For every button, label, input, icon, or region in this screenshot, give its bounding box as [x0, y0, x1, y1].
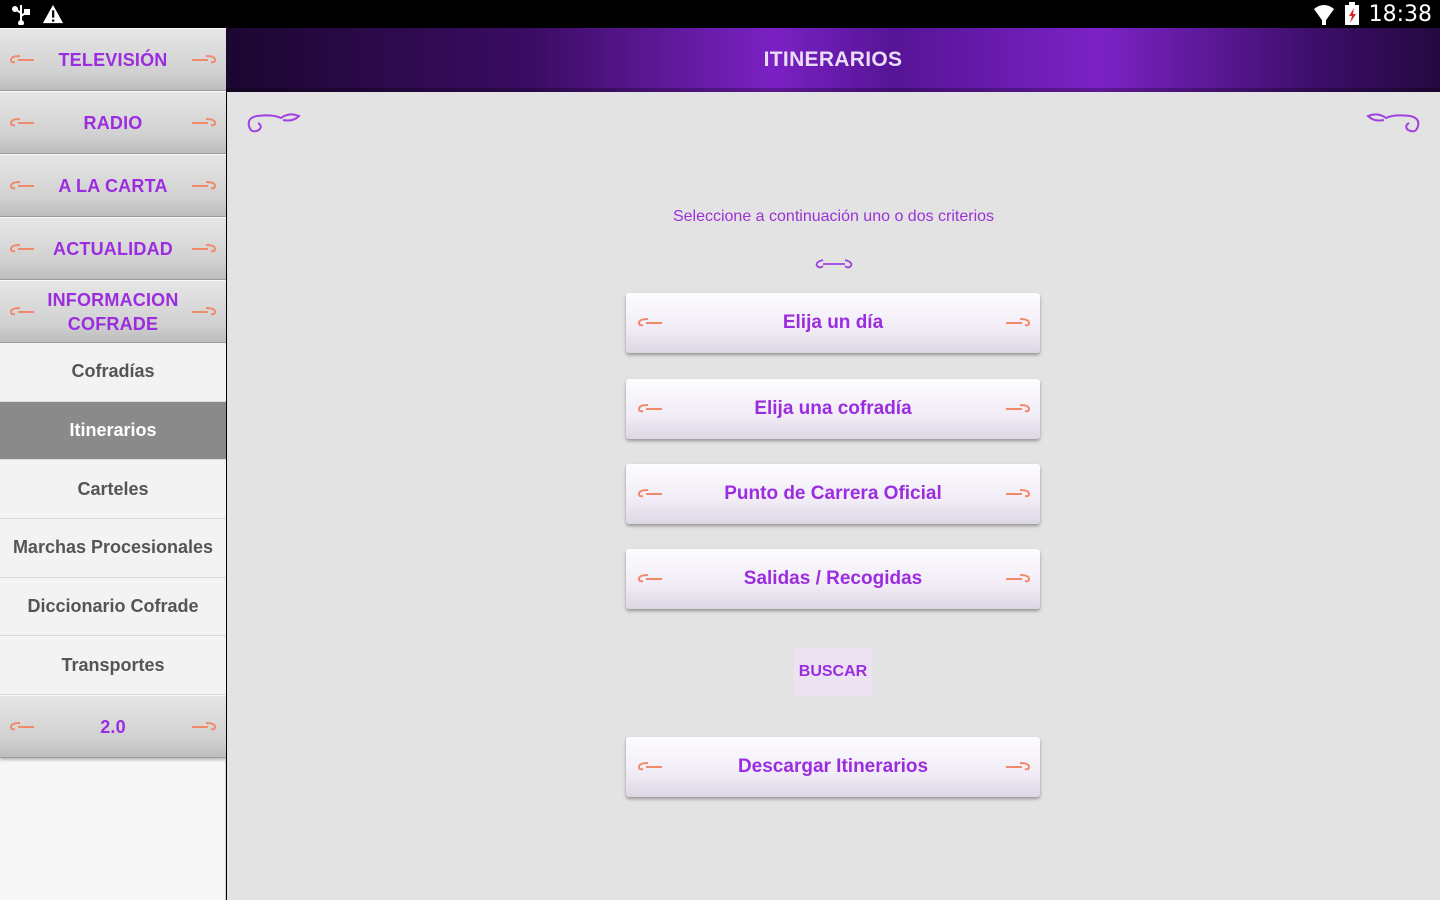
- sidebar-item-carteles[interactable]: Carteles: [0, 460, 226, 520]
- sidebar-item-actualidad[interactable]: ACTUALIDAD: [0, 217, 226, 280]
- sidebar-item-label: Diccionario Cofrade: [27, 596, 199, 617]
- button-label: Elija un día: [782, 312, 884, 333]
- sidebar-item-transportes[interactable]: Transportes: [0, 636, 226, 696]
- sidebar-item-diccionario-cofrade[interactable]: Diccionario Cofrade: [0, 577, 226, 637]
- page-header: ITINERARIOS: [226, 28, 1440, 92]
- ornament-left-icon: [9, 306, 34, 315]
- ornament-right-icon: [192, 721, 217, 730]
- salidas-recogidas-button[interactable]: Salidas / Recogidas: [626, 549, 1040, 609]
- ornament-right-icon: [192, 243, 217, 252]
- main-content: Seleccione a continuación uno o dos crit…: [227, 92, 1440, 900]
- button-label: Elija una cofradía: [754, 398, 912, 419]
- button-label: Descargar Itinerarios: [737, 756, 929, 777]
- sidebar-menu: TELEVISIÓN RADIO A LA CARTA ACTUALIDAD I…: [0, 28, 226, 900]
- button-label: BUSCAR: [798, 663, 868, 680]
- ornament-left-icon: [9, 54, 34, 63]
- search-button[interactable]: BUSCAR: [794, 648, 872, 696]
- sidebar-item-2-0[interactable]: 2.0: [0, 695, 226, 759]
- divider-ornament-icon: [815, 259, 853, 269]
- sidebar-item-informacion-cofrade[interactable]: INFORMACION COFRADE: [0, 280, 226, 343]
- ornament-right-icon: [1006, 318, 1031, 327]
- ornament-left-icon: [637, 574, 662, 583]
- status-bar: 18:38: [0, 0, 1440, 28]
- ornament-left-icon: [637, 404, 662, 413]
- sidebar-item-itinerarios[interactable]: Itinerarios: [0, 401, 226, 461]
- download-itineraries-button[interactable]: Descargar Itinerarios: [626, 737, 1040, 797]
- ornament-left-icon: [637, 762, 662, 771]
- corner-ornament-icon: [1366, 113, 1420, 133]
- battery-icon: [1341, 2, 1363, 25]
- warning-icon: [42, 3, 64, 25]
- ornament-right-icon: [1006, 489, 1031, 498]
- sidebar-item-a-la-carta[interactable]: A LA CARTA: [0, 154, 226, 217]
- ornament-right-icon: [1006, 762, 1031, 771]
- button-label: Salidas / Recogidas: [743, 568, 923, 589]
- ornament-left-icon: [9, 243, 34, 252]
- sidebar-item-label: A LA CARTA: [58, 175, 168, 196]
- ornament-left-icon: [9, 117, 34, 126]
- sidebar-item-label: Transportes: [61, 654, 165, 675]
- ornament-left-icon: [9, 721, 34, 730]
- ornament-right-icon: [192, 306, 217, 315]
- instruction-text: Seleccione a continuación uno o dos crit…: [672, 208, 995, 225]
- sidebar-item-label: Itinerarios: [69, 420, 157, 441]
- sidebar-item-label: 2.0: [100, 716, 126, 737]
- button-label: Punto de Carrera Oficial: [724, 483, 942, 504]
- page-title: ITINERARIOS: [763, 48, 903, 71]
- sidebar-item-label: ACTUALIDAD: [53, 238, 173, 259]
- carrera-oficial-button[interactable]: Punto de Carrera Oficial: [626, 464, 1040, 524]
- sidebar-item-label: Cofradías: [71, 361, 155, 382]
- ornament-left-icon: [9, 180, 34, 189]
- ornament-left-icon: [637, 489, 662, 498]
- sidebar-item-radio[interactable]: RADIO: [0, 91, 226, 154]
- sidebar-item-television[interactable]: TELEVISIÓN: [0, 28, 226, 91]
- sidebar-item-label: Carteles: [77, 478, 149, 499]
- sidebar-item-cofradias[interactable]: Cofradías: [0, 343, 226, 402]
- select-cofradia-button[interactable]: Elija una cofradía: [626, 379, 1040, 439]
- ornament-right-icon: [192, 117, 217, 126]
- sidebar-item-label: TELEVISIÓN: [58, 49, 168, 70]
- select-day-button[interactable]: Elija un día: [626, 293, 1040, 353]
- ornament-right-icon: [192, 180, 217, 189]
- sidebar-item-marchas-procesionales[interactable]: Marchas Procesionales: [0, 519, 226, 578]
- sidebar-item-label: INFORMACION COFRADE: [47, 289, 179, 334]
- ornament-right-icon: [1006, 574, 1031, 583]
- ornament-right-icon: [192, 54, 217, 63]
- usb-icon: [10, 3, 32, 25]
- status-time: 18:38: [1368, 1, 1432, 27]
- sidebar-item-label: RADIO: [83, 112, 143, 133]
- wifi-icon: [1313, 3, 1335, 25]
- ornament-left-icon: [637, 318, 662, 327]
- sidebar-item-label: Marchas Procesionales: [12, 537, 214, 558]
- ornament-right-icon: [1006, 404, 1031, 413]
- corner-ornament-icon: [247, 113, 301, 133]
